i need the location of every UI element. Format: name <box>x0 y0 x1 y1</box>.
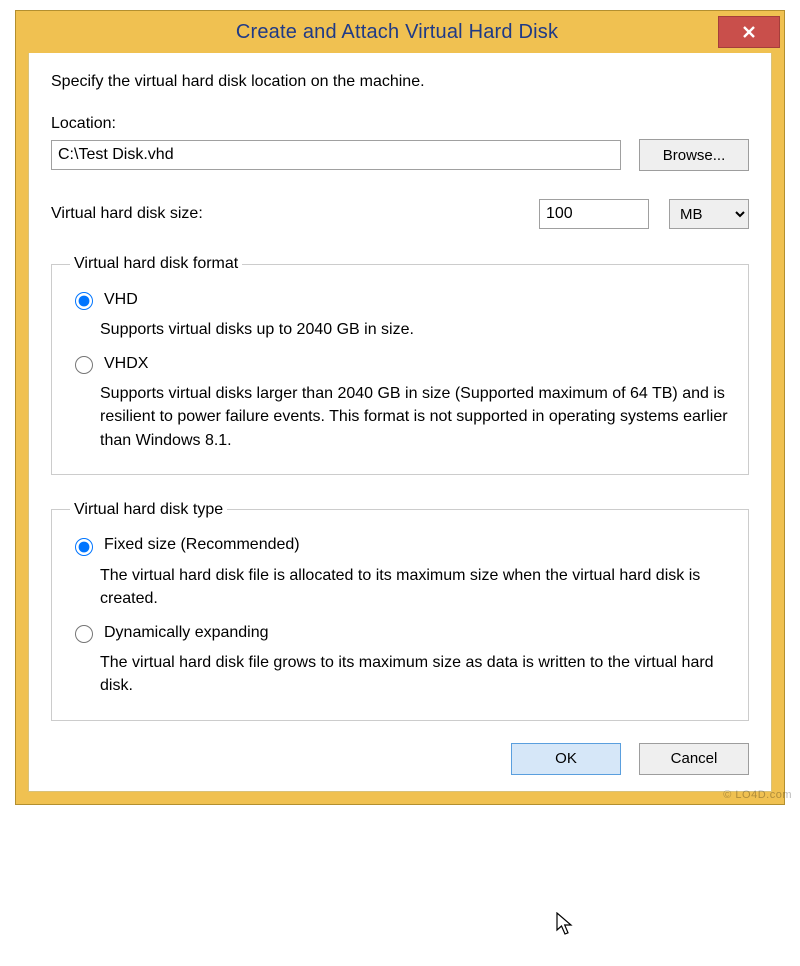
location-input[interactable] <box>51 140 621 170</box>
ok-button[interactable]: OK <box>511 743 621 775</box>
type-desc-dynamic: The virtual hard disk file grows to its … <box>100 651 730 697</box>
close-icon <box>743 26 755 38</box>
dialog-footer: OK Cancel <box>51 743 749 775</box>
dialog-window: Create and Attach Virtual Hard Disk Spec… <box>15 10 785 805</box>
format-radio-vhd[interactable] <box>75 292 93 310</box>
browse-button[interactable]: Browse... <box>639 139 749 171</box>
size-input[interactable] <box>539 199 649 229</box>
size-row: Virtual hard disk size: MB <box>51 199 749 229</box>
location-row: Browse... <box>51 139 749 171</box>
size-unit-select[interactable]: MB <box>669 199 749 229</box>
cancel-button[interactable]: Cancel <box>639 743 749 775</box>
format-group: Virtual hard disk format VHD Supports vi… <box>51 255 749 475</box>
type-option-dynamic[interactable]: Dynamically expanding <box>70 622 730 643</box>
type-option-fixed[interactable]: Fixed size (Recommended) <box>70 535 730 556</box>
location-label: Location: <box>51 115 749 133</box>
cursor-icon <box>556 912 576 938</box>
titlebar[interactable]: Create and Attach Virtual Hard Disk <box>16 11 784 53</box>
type-label-dynamic: Dynamically expanding <box>104 624 269 642</box>
watermark: © LO4D.com <box>723 789 792 801</box>
format-desc-vhdx: Supports virtual disks larger than 2040 … <box>100 382 730 452</box>
format-radio-vhdx[interactable] <box>75 356 93 374</box>
type-legend: Virtual hard disk type <box>70 501 227 519</box>
window-title: Create and Attach Virtual Hard Disk <box>76 21 718 44</box>
instruction-text: Specify the virtual hard disk location o… <box>51 73 749 91</box>
format-label-vhdx: VHDX <box>104 355 148 373</box>
format-option-vhdx[interactable]: VHDX <box>70 353 730 374</box>
size-label: Virtual hard disk size: <box>51 205 519 223</box>
type-label-fixed: Fixed size (Recommended) <box>104 536 300 554</box>
type-radio-dynamic[interactable] <box>75 625 93 643</box>
format-legend: Virtual hard disk format <box>70 255 242 273</box>
type-radio-fixed[interactable] <box>75 538 93 556</box>
close-button[interactable] <box>718 16 780 48</box>
format-desc-vhd: Supports virtual disks up to 2040 GB in … <box>100 318 730 341</box>
format-option-vhd[interactable]: VHD <box>70 289 730 310</box>
dialog-body: Specify the virtual hard disk location o… <box>28 53 772 792</box>
type-group: Virtual hard disk type Fixed size (Recom… <box>51 501 749 721</box>
type-desc-fixed: The virtual hard disk file is allocated … <box>100 564 730 610</box>
format-label-vhd: VHD <box>104 291 138 309</box>
